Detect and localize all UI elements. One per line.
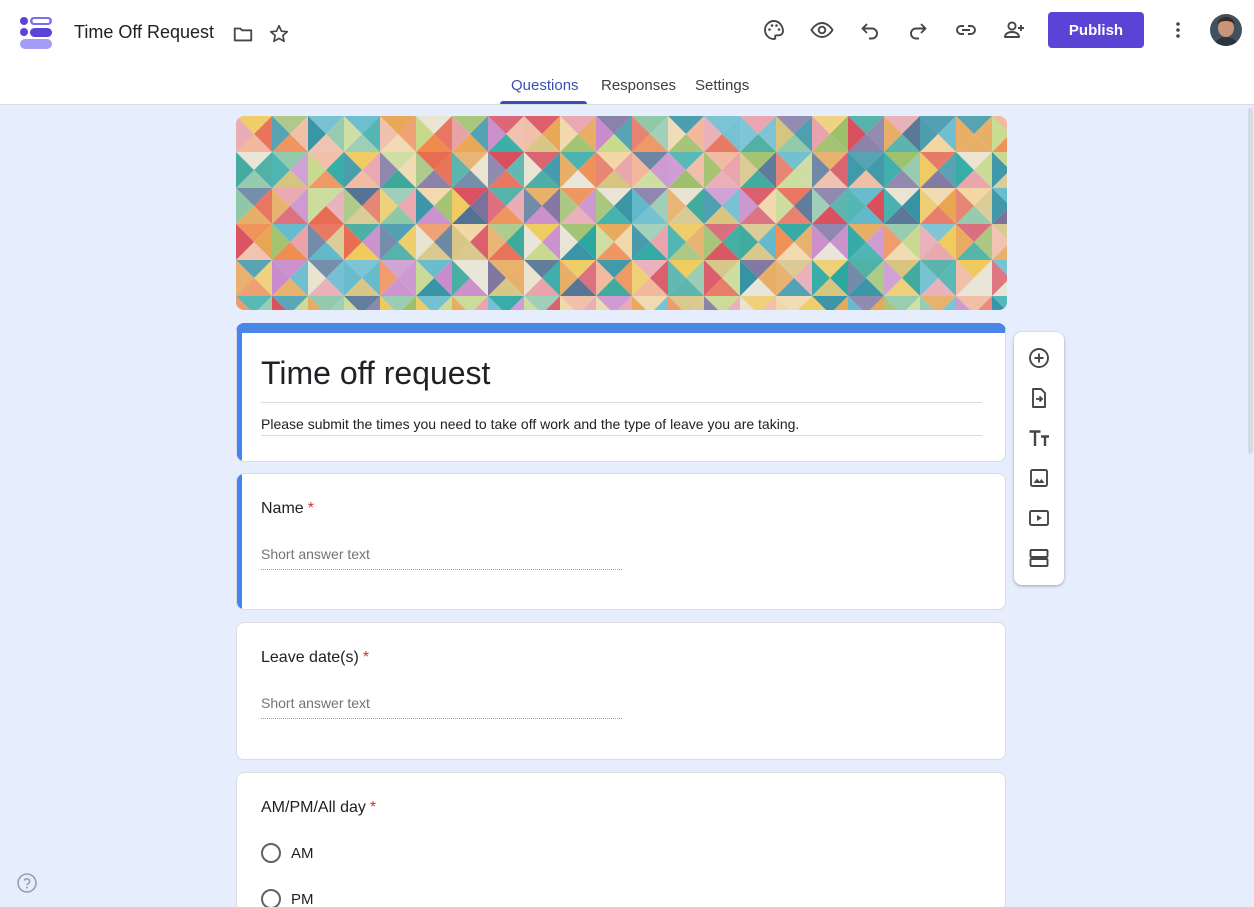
floating-question-toolbar — [1014, 332, 1064, 585]
add-section-icon[interactable] — [1026, 545, 1052, 571]
required-asterisk: * — [369, 799, 377, 816]
radio-option-label: AM — [291, 844, 314, 862]
add-video-icon[interactable] — [1026, 505, 1052, 531]
form-title-card[interactable]: Time off request Please submit the times… — [236, 323, 1006, 462]
add-person-icon[interactable] — [1001, 17, 1027, 43]
active-tab-indicator — [500, 101, 587, 104]
add-title-icon[interactable] — [1026, 425, 1052, 451]
document-title[interactable]: Time Off Request — [74, 22, 214, 43]
tab-settings[interactable]: Settings — [695, 77, 749, 94]
short-answer-field[interactable]: Short answer text — [261, 695, 622, 719]
more-vert-icon[interactable] — [1165, 17, 1191, 43]
question-title: Name * — [261, 500, 314, 518]
scrollbar-thumb[interactable] — [1248, 108, 1253, 454]
tab-responses[interactable]: Responses — [601, 77, 676, 94]
avatar[interactable] — [1210, 14, 1242, 46]
redo-icon[interactable] — [905, 17, 931, 43]
radio-button[interactable] — [261, 843, 281, 863]
add-image-icon[interactable] — [1026, 465, 1052, 491]
required-asterisk: * — [307, 500, 314, 517]
top-bar: Time Off Request Publish Questions Respo… — [0, 0, 1254, 105]
star-icon[interactable] — [267, 22, 291, 46]
divider — [261, 435, 982, 436]
question-card-leave-dates[interactable]: Leave date(s) * Short answer text — [236, 622, 1006, 760]
question-card-name[interactable]: Name * Short answer text — [236, 473, 1006, 610]
question-title-text: Name — [261, 500, 304, 517]
radio-option-label: PM — [291, 890, 314, 907]
folder-icon[interactable] — [231, 22, 255, 46]
palette-icon[interactable] — [761, 17, 787, 43]
publish-button[interactable]: Publish — [1048, 12, 1144, 48]
radio-option-pm[interactable]: PM — [261, 889, 314, 907]
form-title[interactable]: Time off request — [261, 355, 490, 392]
header-banner-image — [236, 116, 1007, 310]
radio-option-am[interactable]: AM — [261, 843, 314, 863]
undo-icon[interactable] — [857, 17, 883, 43]
radio-button[interactable] — [261, 889, 281, 907]
tab-questions[interactable]: Questions — [511, 77, 579, 94]
add-question-icon[interactable] — [1026, 345, 1052, 371]
short-answer-field[interactable]: Short answer text — [261, 546, 622, 570]
import-questions-icon[interactable] — [1026, 385, 1052, 411]
question-title: Leave date(s) * — [261, 649, 369, 667]
tab-bar: Questions Responses Settings — [0, 72, 1254, 105]
question-title-text: AM/PM/All day — [261, 799, 366, 816]
card-accent-bar — [237, 333, 242, 461]
question-card-am-pm[interactable]: AM/PM/All day * AM PM — [236, 772, 1006, 907]
card-accent-bar — [237, 474, 242, 609]
eye-icon[interactable] — [809, 17, 835, 43]
forms-logo-icon[interactable] — [18, 14, 54, 50]
question-title-text: Leave date(s) — [261, 649, 359, 666]
link-icon[interactable] — [953, 17, 979, 43]
form-description[interactable]: Please submit the times you need to take… — [261, 416, 799, 432]
help-icon[interactable] — [16, 872, 38, 894]
divider — [261, 402, 982, 403]
question-title: AM/PM/All day * — [261, 799, 376, 817]
required-asterisk: * — [362, 649, 370, 666]
